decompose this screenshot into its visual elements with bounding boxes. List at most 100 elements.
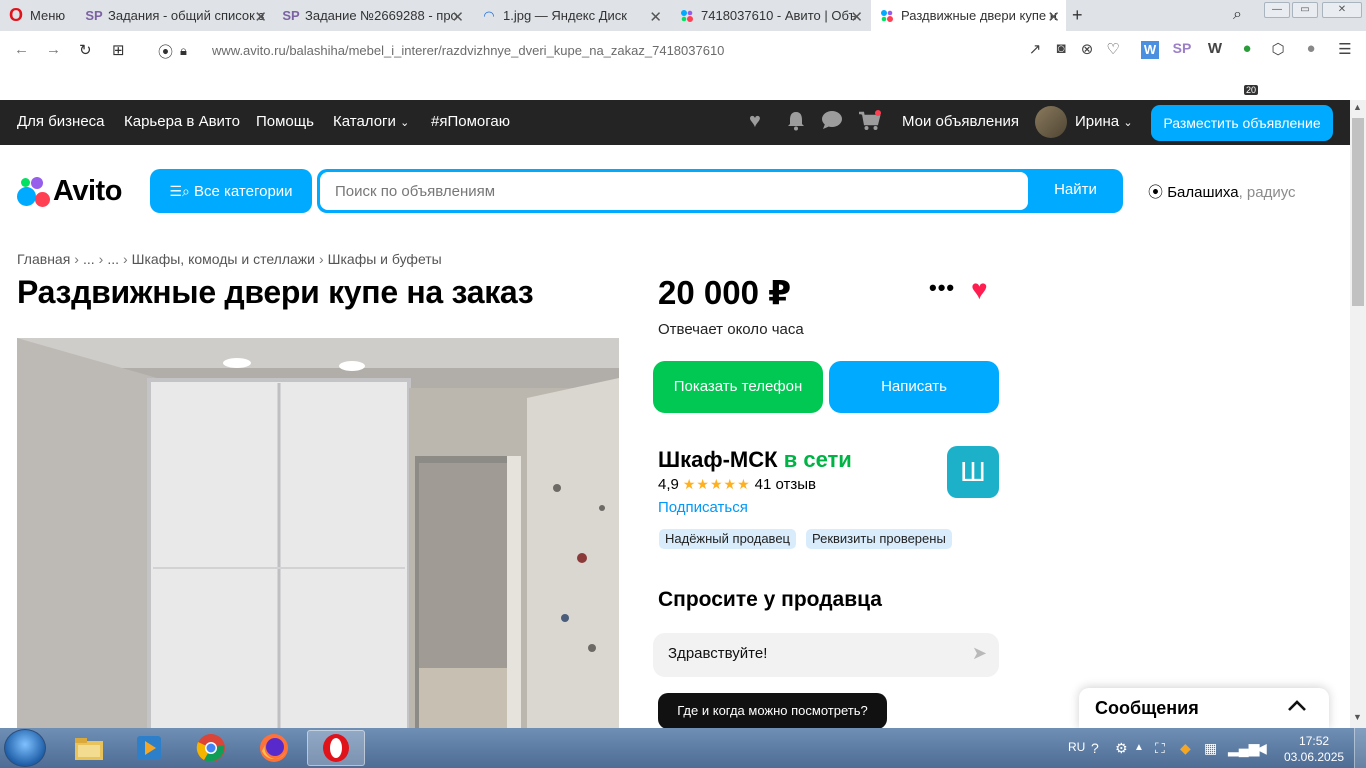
screenshot-icon[interactable]: ⛶ [1155, 740, 1165, 757]
back-icon[interactable]: ← [14, 41, 29, 58]
easy-setup-icon[interactable]: ☰ [1335, 40, 1355, 58]
tab-zadaniya[interactable]: SP Задания - общий список з ✕ [78, 0, 273, 31]
breadcrumb-item[interactable]: Шкафы и буфеты [328, 251, 442, 267]
breadcrumb-item[interactable]: Шкафы, комоды и стеллажи [132, 251, 315, 267]
seller-rating[interactable]: 4,9 ★★★★★ 41 отзыв [658, 476, 816, 493]
profile-icon[interactable]: ● [1301, 40, 1321, 57]
messages-chat-icon[interactable] [821, 110, 843, 136]
signal-icon[interactable]: ▂▄▆ [1228, 740, 1259, 757]
link-help[interactable]: Помощь [256, 113, 314, 130]
find-button[interactable]: Найти [1028, 169, 1123, 213]
word-extension-icon[interactable]: W [1141, 41, 1159, 59]
close-window-button[interactable]: ✕ [1322, 2, 1362, 18]
link-ya-pomogayu[interactable]: #яПомогаю [431, 113, 510, 130]
link-catalogs[interactable]: Каталоги ⌄ [333, 113, 409, 130]
scrollbar-thumb[interactable] [1352, 118, 1364, 306]
maximize-button[interactable]: ▭ [1292, 2, 1318, 18]
scroll-up-icon[interactable]: ▲ [1353, 102, 1362, 112]
cart-icon[interactable] [858, 110, 882, 138]
tab-avito-listing[interactable]: 7418037610 - Авито | Объ ✕ [671, 0, 869, 31]
tray-settings-icon[interactable]: ⚙ [1115, 740, 1128, 757]
breadcrumb-home[interactable]: Главная [17, 251, 70, 267]
lock-icon[interactable]: 🔒︎ [180, 43, 187, 59]
close-tab-icon[interactable]: ✕ [254, 8, 267, 26]
close-tab-icon[interactable]: ✕ [850, 8, 863, 26]
language-indicator[interactable]: RU [1068, 740, 1085, 754]
tray-app-icon[interactable]: ◆ [1180, 740, 1191, 757]
breadcrumb-item[interactable]: ... [107, 251, 119, 267]
page-scrollbar[interactable]: ▲ ▼ [1350, 100, 1366, 728]
close-tab-icon[interactable]: ✕ [649, 8, 662, 26]
start-button[interactable] [4, 729, 46, 767]
share-icon[interactable]: ↗ [1025, 40, 1045, 58]
help-icon[interactable]: ? [1091, 740, 1099, 756]
forward-icon[interactable]: → [46, 41, 61, 58]
speed-dial-icon[interactable]: ⊞ [112, 41, 125, 59]
breadcrumb-item[interactable]: ... [83, 251, 95, 267]
my-ads-link[interactable]: Мои объявления [902, 113, 1019, 130]
media-player-taskbar-icon[interactable] [120, 730, 178, 766]
all-categories-button[interactable]: ☰⌕ Все категории [150, 169, 312, 213]
minimize-button[interactable]: — [1264, 2, 1290, 18]
notifications-bell-icon[interactable] [787, 111, 805, 136]
user-menu[interactable]: Ирина ⌄ [1075, 113, 1133, 130]
w-extension-icon[interactable]: W [1205, 40, 1225, 57]
network-icon[interactable]: ▦ [1204, 740, 1217, 757]
url-field[interactable]: www.avito.ru/balashiha/mebel_i_interer/r… [212, 43, 724, 58]
reload-icon[interactable]: ↻ [79, 41, 92, 59]
search-tabs-icon[interactable]: ⌕ [1233, 6, 1242, 24]
location-selector[interactable]: ⦿ Балашиха, радиус [1148, 181, 1296, 202]
cube-icon[interactable]: ⬡ [1268, 40, 1288, 58]
send-icon[interactable]: ➤ [972, 643, 987, 664]
heart-icon[interactable]: ♡ [1103, 40, 1123, 58]
show-desktop-button[interactable] [1354, 728, 1366, 768]
avatar[interactable] [1035, 106, 1067, 138]
tab-yandex-disk[interactable]: ◠ 1.jpg — Яндекс Диск ✕ [473, 0, 668, 31]
favorite-heart-icon[interactable]: ♥ [971, 274, 988, 306]
taskbar: RU ? ⚙ ▲ ⛶ ◆ ▦ ▂▄▆ ◀ 17:52 03.06.2025 [0, 728, 1366, 768]
listing-photo[interactable] [17, 338, 619, 730]
seller-name-text: Шкаф-МСК [658, 447, 778, 472]
message-input[interactable]: Здравствуйте! ➤ [653, 633, 999, 677]
seller-logo[interactable]: Ш [947, 446, 999, 498]
avito-logo[interactable]: Avito [17, 175, 122, 208]
search-input[interactable] [320, 172, 1028, 210]
tab-active-doors[interactable]: Раздвижные двери купе н ✕ [871, 0, 1066, 31]
write-message-button[interactable]: Написать [829, 361, 999, 413]
more-options-icon[interactable]: ••• [929, 275, 955, 301]
chrome-taskbar-icon[interactable] [182, 730, 240, 766]
location-pin-icon[interactable]: ⦿ [158, 41, 173, 62]
seller-name[interactable]: Шкаф-МСК в сети [658, 447, 852, 473]
link-careers[interactable]: Карьера в Авито [124, 113, 240, 130]
tab-zadanie[interactable]: SP Задание №2669288 - про ✕ [275, 0, 470, 31]
show-hidden-icons-icon[interactable]: ▲ [1134, 742, 1144, 753]
taskbar-clock[interactable]: 17:52 03.06.2025 [1284, 733, 1344, 765]
url-domain: www.avito.ru [212, 43, 286, 58]
explorer-taskbar-icon[interactable] [60, 730, 118, 766]
badge-reliable-seller: Надёжный продавец [659, 529, 796, 549]
camera-icon[interactable]: ◙ [1051, 40, 1071, 57]
close-tab-icon[interactable]: ✕ [451, 8, 464, 26]
new-tab-icon[interactable]: + [1072, 5, 1083, 26]
avito-icon [879, 8, 895, 24]
extension-badge: 20 [1244, 85, 1259, 95]
opera-taskbar-icon[interactable] [307, 730, 365, 766]
sp-extension-icon[interactable]: SP [1172, 40, 1192, 56]
volume-icon[interactable]: ◀ [1256, 740, 1267, 757]
favorites-heart-icon[interactable]: ♥ [749, 110, 761, 133]
close-tab-icon[interactable]: ✕ [1047, 8, 1060, 26]
green-extension-icon[interactable]: ● [1237, 40, 1257, 57]
quick-question-button[interactable]: Где и когда можно посмотреть? [658, 693, 887, 729]
scroll-down-icon[interactable]: ▼ [1353, 712, 1362, 722]
messages-panel[interactable]: Сообщения [1079, 688, 1329, 730]
firefox-taskbar-icon[interactable] [245, 730, 303, 766]
adblock-icon[interactable]: ⊗ [1077, 40, 1097, 58]
link-for-business[interactable]: Для бизнеса [17, 113, 105, 130]
subscribe-link[interactable]: Подписаться [658, 499, 748, 516]
chevron-up-icon[interactable] [1287, 696, 1307, 719]
show-phone-button[interactable]: Показать телефон [653, 361, 823, 413]
clock-time: 17:52 [1299, 734, 1330, 748]
post-ad-button[interactable]: Разместить объявление [1151, 105, 1333, 141]
breadcrumb-separator: › [122, 251, 128, 267]
browser-menu-button[interactable]: O Меню [0, 0, 76, 31]
